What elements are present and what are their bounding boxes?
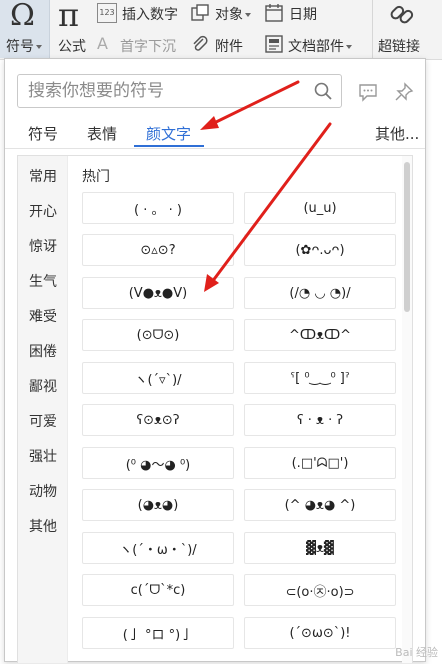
emoticon-cell[interactable]: (´⊙ω⊙`)! [244,617,396,649]
category-animal[interactable]: 动物 [18,481,68,501]
ribbon-separator [372,0,373,58]
pi-icon: π [58,0,80,34]
doc-parts-label: 文档部件 [288,36,352,56]
category-other[interactable]: 其他 [18,516,68,536]
tab-divider [5,148,425,149]
object-icon [191,4,209,21]
date-label: 日期 [289,7,317,23]
category-list: 常用 开心 惊讶 生气 难受 困倦 鄙视 可爱 强壮 动物 其他 [18,156,68,663]
search-input[interactable] [18,75,303,107]
emoticon-cell[interactable]: ▓ᴥ▓ [244,532,396,564]
emoticon-cell[interactable]: (.□'ᗣ□') [244,447,396,479]
symbol-button[interactable]: Ω 符号 [0,0,50,58]
tab-symbols[interactable]: 符号 [28,123,58,144]
category-happy[interactable]: 开心 [18,201,68,221]
tab-bar: 符号 表情 颜文字 其他... [5,121,425,149]
calendar-icon [265,4,283,22]
emoticon-cell[interactable]: c(´ᗜ`*c) [82,574,234,606]
paperclip-icon [193,35,208,51]
emoticon-cell[interactable]: ʕ · ᴥ · ʔ [244,404,396,436]
category-sleepy[interactable]: 困倦 [18,341,68,361]
emoticon-cell[interactable]: ʕ⊙ᴥ⊙ʔ [82,404,234,436]
formula-label: 公式 [58,39,86,55]
insert-number-label: 插入数字 [122,7,178,23]
search-icon[interactable] [313,81,333,101]
emoticon-cell[interactable]: (^ ◕ᴥ◕ ^) [244,489,396,521]
grid-header-hot: 热门 [82,169,110,185]
category-sad[interactable]: 难受 [18,306,68,326]
emoticon-cell[interactable]: (/◔ ◡ ◔)/ [244,277,396,309]
attachment-label: 附件 [215,39,243,55]
tab-kaomoji[interactable]: 颜文字 [146,123,191,144]
hyperlink-label: 超链接 [378,39,420,55]
category-cute[interactable]: 可爱 [18,411,68,431]
object-label: 对象 [215,4,251,24]
symbol-panel: 符号 表情 颜文字 其他... 常用 开心 惊讶 生气 难受 困倦 鄙视 可爱 … [4,58,426,663]
symbol-button-label: 符号 [6,36,42,56]
emoticon-cell[interactable]: (✿ᴖ.ᴗᴖ) [244,234,396,266]
category-disdain[interactable]: 鄙视 [18,376,68,396]
category-surprised[interactable]: 惊讶 [18,236,68,256]
drop-cap-label: 首字下沉 [120,39,176,55]
scrollbar-thumb[interactable] [404,162,410,312]
kaomoji-content: 常用 开心 惊讶 生气 难受 困倦 鄙视 可爱 强壮 动物 其他 热门 ( · … [17,155,413,663]
drop-cap-icon: A [97,34,108,53]
emoticon-cell[interactable]: (V●ᴥ●V) [82,277,234,309]
ribbon-toolbar: Ω 符号 π 公式 123 插入数字 A 首字下沉 对象 附件 日期 文档部件 … [0,0,442,60]
scrollbar-track[interactable] [402,156,412,663]
emoticon-cell[interactable]: (◕ᴥ◕) [82,489,234,521]
omega-icon: Ω [10,0,35,33]
category-angry[interactable]: 生气 [18,271,68,291]
pin-icon[interactable] [393,81,415,103]
tab-more[interactable]: 其他... [375,123,419,144]
tab-emoji[interactable]: 表情 [87,123,117,144]
category-common[interactable]: 常用 [18,166,68,186]
emoticon-cell[interactable]: ヽ(ˊ▿ˋ)/ [82,362,234,394]
active-tab-indicator [134,145,204,147]
emoticon-cell[interactable]: (亅 °ロ °)亅 [82,617,234,649]
emoticon-cell[interactable]: ヽ(´・ω・`)/ [82,532,234,564]
doc-parts-icon [265,35,283,53]
chat-bubble-icon[interactable] [357,81,379,103]
emoticon-cell[interactable]: ⊂(o·㉨·o)⊃ [244,574,396,606]
emoticon-cell[interactable]: (⁰ ◕〜◕ ⁰) [82,447,234,479]
chain-link-icon [390,5,414,24]
emoticon-cell[interactable]: ⊙▵⊙? [82,234,234,266]
emoticon-cell[interactable]: ( · 。 · ) [82,192,234,224]
emoticon-cell[interactable]: (u_u) [244,192,396,224]
emoticon-cell[interactable]: ˁ[ ⁰‿‿⁰ ]ˀ [244,362,396,394]
emoticon-cell[interactable]: ^ↀᴥↀ^ [244,319,396,351]
search-box [17,74,342,108]
category-strong[interactable]: 强壮 [18,446,68,466]
watermark: Bai 经验 [395,646,438,659]
number-icon: 123 [97,3,117,23]
emoticon-cell[interactable]: (⊙ᗜ⊙) [82,319,234,351]
